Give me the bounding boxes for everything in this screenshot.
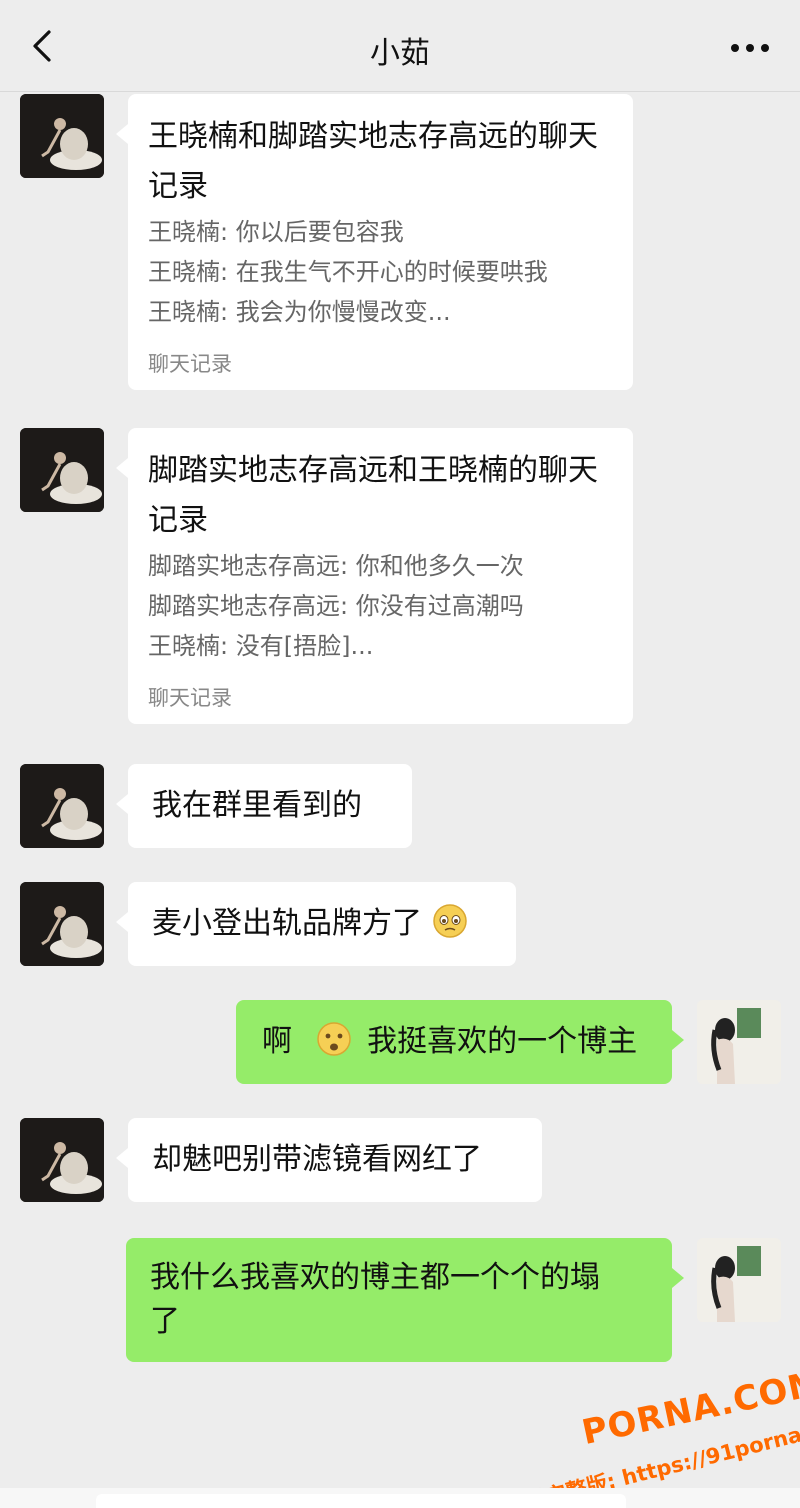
message-text: 我什么我喜欢的博主都一个个的塌 [150, 1260, 600, 1295]
self-photo-icon [697, 1000, 781, 1084]
chat-record-title: 王晓楠和脚踏实地志存高远的聊天记录 [148, 119, 598, 204]
chat-record-line: 王晓楠: 在我生气不开心的时候要哄我 [148, 258, 548, 286]
my-avatar[interactable] [697, 1000, 781, 1084]
chat-record-line: 王晓楠: 你以后要包容我 [148, 218, 404, 246]
message-text: 却魅吧别带滤镜看网红了 [152, 1142, 482, 1177]
dancer-photo-icon [20, 764, 104, 848]
chat-title: 小茹 [370, 36, 430, 71]
message-bubble[interactable]: 啊 我挺喜欢的一个博主 [236, 1000, 684, 1084]
message-bubble[interactable]: 麦小登出轨品牌方了 [116, 882, 516, 966]
pleading-face-emoji-icon [432, 904, 467, 938]
chat-record-card[interactable]: 王晓楠和脚踏实地志存高远的聊天记录 王晓楠: 你以后要包容我 王晓楠: 在我生气… [116, 94, 633, 390]
dancer-photo-icon [20, 1118, 104, 1202]
message-text-row: 麦小登出轨品牌方了 [152, 902, 468, 946]
anxious-face-emoji-icon [316, 1022, 351, 1056]
chat-record-footer: 聊天记录 [148, 352, 232, 376]
message-text: 我在群里看到的 [152, 788, 362, 823]
chat-record-line: 脚踏实地志存高远: 你没有过高潮吗 [148, 592, 524, 620]
message-text: 麦小登出轨品牌方了 [152, 906, 422, 941]
chat-header: 小茹 [0, 0, 800, 92]
message-bubble[interactable]: 却魅吧别带滤镜看网红了 [116, 1118, 542, 1202]
message-input[interactable] [96, 1494, 626, 1508]
my-avatar[interactable] [697, 1238, 781, 1322]
dancer-photo-icon [20, 882, 104, 966]
message-text: 啊 [262, 1024, 292, 1059]
message-bubble[interactable]: 我什么我喜欢的博主都一个个的塌 了 [126, 1238, 684, 1362]
chat-record-line: 王晓楠: 我会为你慢慢改变... [148, 298, 451, 326]
contact-avatar[interactable] [20, 428, 104, 512]
contact-avatar[interactable] [20, 764, 104, 848]
contact-avatar[interactable] [20, 94, 104, 178]
chat-record-line: 脚踏实地志存高远: 你和他多久一次 [148, 552, 524, 580]
message-text-row: 啊 我挺喜欢的一个博主 [262, 1020, 637, 1064]
self-photo-icon [697, 1238, 781, 1322]
message-text: 我挺喜欢的一个博主 [367, 1024, 638, 1059]
more-options-button[interactable] [724, 28, 776, 68]
chat-record-line: 王晓楠: 没有[捂脸]... [148, 632, 374, 660]
chat-record-title: 脚踏实地志存高远和王晓楠的聊天记录 [148, 453, 598, 538]
dancer-photo-icon [20, 94, 104, 178]
dancer-photo-icon [20, 428, 104, 512]
chat-record-card[interactable]: 脚踏实地志存高远和王晓楠的聊天记录 脚踏实地志存高远: 你和他多久一次 脚踏实地… [116, 428, 633, 724]
more-dots-icon [731, 44, 769, 52]
chat-record-footer: 聊天记录 [148, 686, 232, 710]
message-text: 了 [150, 1304, 180, 1339]
contact-avatar[interactable] [20, 882, 104, 966]
message-bubble[interactable]: 我在群里看到的 [116, 764, 412, 848]
contact-avatar[interactable] [20, 1118, 104, 1202]
